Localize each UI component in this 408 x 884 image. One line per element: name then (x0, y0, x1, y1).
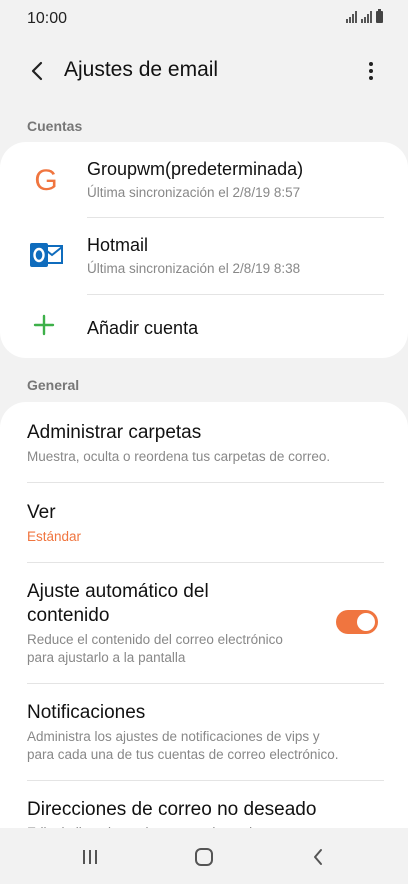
setting-value: Estándar (27, 529, 82, 544)
outlook-icon (28, 237, 64, 273)
setting-subtitle-line1: Reduce el contenido del correo electróni… (27, 632, 283, 647)
setting-subtitle-line2: para ajustarlo a la pantalla (27, 650, 186, 665)
account-row-hotmail[interactable]: Hotmail Última sincronización el 2/8/19 … (0, 218, 408, 295)
setting-manage-folders[interactable]: Administrar carpetas Muestra, oculta o r… (0, 402, 408, 482)
recent-apps-button[interactable] (75, 842, 105, 872)
home-button[interactable] (189, 842, 219, 872)
plus-icon (28, 309, 64, 345)
back-arrow-icon (31, 61, 43, 81)
account-sync-time: Última sincronización el 2/8/19 8:38 (87, 261, 301, 276)
back-nav-button[interactable] (303, 842, 333, 872)
toggle-knob (357, 613, 375, 631)
setting-title: Administrar carpetas (27, 422, 202, 443)
svg-text:G: G (34, 164, 57, 197)
setting-view[interactable]: Ver Estándar (0, 483, 408, 562)
accounts-card: G Groupwm(predeterminada) Última sincron… (0, 142, 408, 358)
general-card: Administrar carpetas Muestra, oculta o r… (0, 402, 408, 862)
app-bar: Ajustes de email (0, 44, 408, 98)
recent-apps-icon (83, 850, 97, 864)
section-label-general: General (27, 377, 80, 393)
setting-subtitle-line2: para cada una de tus cuentas de correo e… (27, 747, 339, 762)
more-options-button[interactable] (356, 56, 386, 86)
setting-title: Ver (27, 502, 56, 523)
back-nav-icon (314, 849, 322, 865)
section-label-accounts: Cuentas (27, 118, 83, 134)
auto-fit-toggle[interactable] (336, 610, 378, 634)
setting-title-line2: contenido (27, 605, 110, 626)
cell-signal-icon (361, 11, 372, 23)
setting-subtitle: Muestra, oculta o reordena tus carpetas … (27, 449, 331, 464)
setting-auto-fit-content[interactable]: Ajuste automático del contenido Reduce e… (0, 563, 408, 683)
account-sync-time: Última sincronización el 2/8/19 8:57 (87, 185, 301, 200)
account-name: Groupwm(predeterminada) (87, 159, 304, 179)
g-letter-icon: G (28, 162, 64, 198)
wifi-signal-icon (346, 11, 357, 23)
battery-icon (376, 9, 383, 23)
home-icon (195, 848, 213, 866)
add-account-button[interactable]: Añadir cuenta (0, 295, 408, 358)
navigation-bar (0, 828, 408, 884)
setting-title-line1: Ajuste automático del (27, 581, 209, 602)
back-button[interactable] (22, 56, 52, 86)
setting-title: Notificaciones (27, 702, 146, 723)
status-bar: 10:00 (0, 0, 408, 40)
status-icons (346, 9, 383, 23)
setting-subtitle-line1: Administra los ajustes de notificaciones… (27, 729, 320, 744)
setting-notifications[interactable]: Notificaciones Administra los ajustes de… (0, 684, 408, 780)
account-row-groupwm[interactable]: G Groupwm(predeterminada) Última sincron… (0, 142, 408, 218)
status-time: 10:00 (27, 10, 68, 27)
page-title: Ajustes de email (64, 58, 219, 81)
setting-title: Direcciones de correo no deseado (27, 799, 317, 820)
account-name: Hotmail (87, 235, 149, 255)
add-account-label: Añadir cuenta (87, 318, 199, 338)
